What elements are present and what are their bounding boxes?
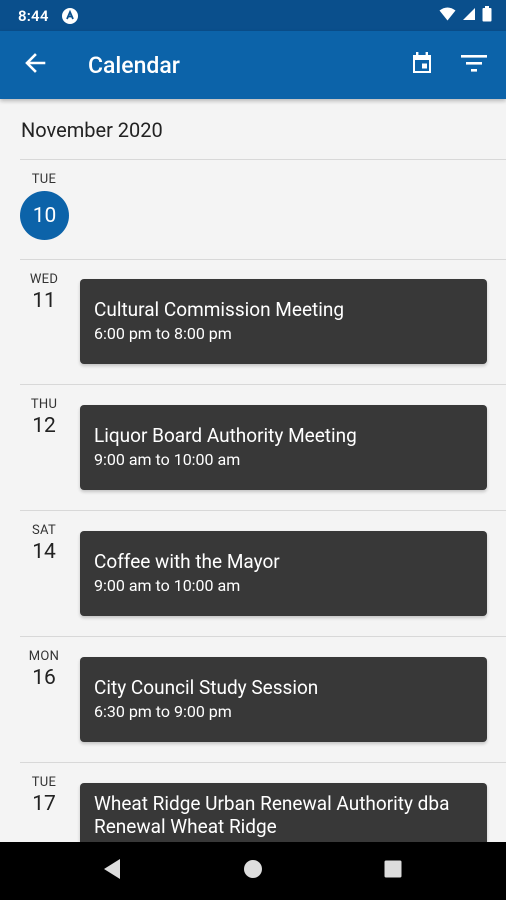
event-time: 9:00 am to 10:00 am — [94, 450, 241, 469]
event-title: Liquor Board Authority Meeting — [94, 424, 357, 447]
day-of-month: 16 — [32, 666, 56, 690]
nav-back-icon — [102, 858, 122, 884]
day-of-week: TUE — [31, 775, 57, 790]
event-title: Coffee with the Mayor — [94, 550, 280, 573]
nav-recents-icon — [384, 860, 402, 882]
day-row: WED 11 Cultural Commission Meeting 6:00 … — [20, 259, 506, 385]
nav-home-icon — [243, 859, 263, 883]
day-of-week: MON — [28, 649, 60, 664]
day-label: MON 16 — [20, 649, 68, 690]
filter-list-icon — [461, 53, 487, 77]
notification-app-icon — [61, 7, 79, 25]
day-label: TUE 10 — [20, 172, 69, 240]
day-of-month: 12 — [32, 414, 56, 438]
nav-home-button[interactable] — [223, 842, 283, 900]
system-navigation-bar — [0, 842, 506, 900]
status-time: 8:44 — [18, 6, 49, 25]
event-time: 6:30 pm to 9:00 pm — [94, 702, 232, 721]
day-row: THU 12 Liquor Board Authority Meeting 9:… — [20, 384, 506, 511]
day-label: SAT 14 — [20, 523, 68, 564]
signal-icon — [462, 6, 476, 25]
month-heading: November 2020 — [21, 118, 163, 142]
day-of-week: WED — [29, 272, 59, 287]
day-row: TUE 10 — [20, 159, 506, 260]
today-date-badge: 10 — [20, 191, 69, 240]
day-of-week: SAT — [31, 523, 57, 538]
event-title: Cultural Commission Meeting — [94, 298, 345, 321]
day-label: THU 12 — [20, 397, 68, 438]
day-of-week: THU — [30, 397, 58, 412]
calendar-list[interactable]: November 2020 TUE 10 WED 11 Cultural Com… — [0, 99, 506, 842]
back-button[interactable] — [20, 50, 50, 80]
day-row: TUE 17 Wheat Ridge Urban Renewal Authori… — [20, 762, 506, 842]
event-card[interactable]: Coffee with the Mayor 9:00 am to 10:00 a… — [80, 531, 487, 616]
day-of-week: TUE — [31, 172, 57, 187]
app-bar: Calendar — [0, 31, 506, 99]
wifi-icon — [439, 6, 456, 25]
event-card[interactable]: City Council Study Session 6:30 pm to 9:… — [80, 657, 487, 742]
day-row: SAT 14 Coffee with the Mayor 9:00 am to … — [20, 510, 506, 637]
event-card[interactable]: Wheat Ridge Urban Renewal Authority dba … — [80, 783, 487, 842]
battery-icon — [482, 5, 492, 26]
event-time: 9:00 am to 10:00 am — [94, 576, 241, 595]
day-row: MON 16 City Council Study Session 6:30 p… — [20, 636, 506, 763]
event-time: 6:00 pm to 8:00 pm — [94, 324, 232, 343]
filter-button[interactable] — [454, 45, 494, 85]
status-bar: 8:44 — [0, 0, 506, 31]
event-card[interactable]: Cultural Commission Meeting 6:00 pm to 8… — [80, 279, 487, 364]
day-label: WED 11 — [20, 272, 68, 313]
arrow-back-icon — [24, 52, 46, 78]
day-of-month: 17 — [32, 792, 56, 816]
calendar-today-icon — [410, 51, 434, 79]
event-card[interactable]: Liquor Board Authority Meeting 9:00 am t… — [80, 405, 487, 490]
day-of-month: 14 — [32, 540, 56, 564]
day-of-month: 11 — [32, 289, 56, 313]
event-title: Wheat Ridge Urban Renewal Authority dba … — [94, 792, 450, 838]
day-label: TUE 17 — [20, 775, 68, 816]
nav-recents-button[interactable] — [363, 842, 423, 900]
nav-back-button[interactable] — [82, 842, 142, 900]
page-title: Calendar — [88, 51, 180, 79]
calendar-today-button[interactable] — [402, 45, 442, 85]
event-title: City Council Study Session — [94, 676, 319, 699]
